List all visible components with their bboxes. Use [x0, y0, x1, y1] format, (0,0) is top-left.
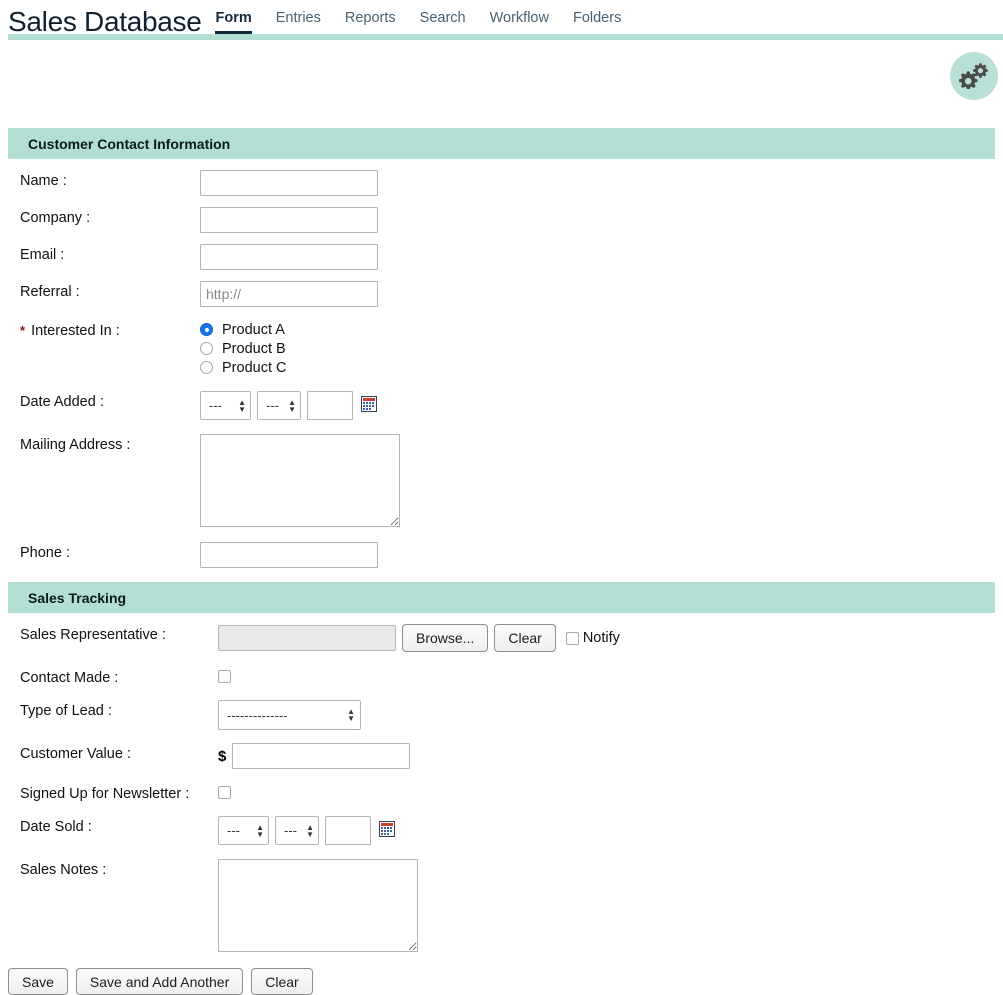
radio-icon-product-a[interactable] [200, 323, 213, 336]
interested-in-label: * Interested In : [0, 320, 200, 339]
contact-made-checkbox[interactable] [218, 669, 231, 683]
date-sold-day-select[interactable]: --- ▲ ▼ [275, 816, 319, 845]
date-sold-month-value: --- [227, 823, 240, 838]
radio-option-product-a[interactable]: Product A [200, 320, 1003, 339]
email-input[interactable] [200, 244, 378, 270]
spinner-arrows-icon: ▲ ▼ [347, 707, 355, 723]
field-row-newsletter: Signed Up for Newsletter : [0, 783, 1003, 802]
notify-checkbox[interactable] [565, 631, 579, 645]
section-title: Sales Tracking [28, 589, 127, 606]
date-added-day-value: --- [266, 398, 279, 413]
name-label: Name : [20, 173, 67, 189]
field-row-sales-notes: Sales Notes : [0, 859, 1003, 952]
customer-value-label: Customer Value : [20, 746, 131, 762]
field-row-phone: Phone : [0, 542, 1003, 568]
section-title: Customer Contact Information [28, 135, 231, 152]
sales-representative-label: Sales Representative : [20, 627, 166, 643]
notify-checkbox-wrapper[interactable]: Notify [565, 630, 620, 646]
currency-symbol: $ [218, 747, 227, 765]
tab-workflow[interactable]: Workflow [490, 10, 549, 34]
settings-button[interactable] [950, 52, 998, 100]
field-row-company: Company : [0, 207, 1003, 233]
field-row-customer-value: Customer Value : $ [0, 743, 1003, 769]
field-row-mailing-address: Mailing Address : [0, 434, 1003, 527]
radio-icon-product-c[interactable] [200, 361, 213, 374]
referral-input[interactable] [200, 281, 378, 307]
customer-contact-fields: Name : Company : Email : Referral : * Int… [0, 170, 1003, 568]
sales-notes-textarea[interactable] [218, 859, 418, 952]
section-header-customer-contact: Customer Contact Information [8, 128, 995, 159]
header-divider [8, 34, 1003, 40]
interested-in-radio-group: Product A Product B Product C [200, 320, 1003, 377]
spinner-arrows-icon: ▲ ▼ [256, 822, 264, 839]
contact-made-label: Contact Made : [20, 670, 119, 686]
tab-reports[interactable]: Reports [345, 10, 396, 34]
field-row-date-added: Date Added : --- ▲ ▼ --- ▲ ▼ [0, 391, 1003, 420]
tab-entries[interactable]: Entries [276, 10, 321, 34]
section-header-sales-tracking: Sales Tracking [8, 582, 995, 613]
field-row-name: Name : [0, 170, 1003, 196]
radio-option-product-b[interactable]: Product B [200, 339, 1003, 358]
spinner-arrows-icon: ▲ ▼ [306, 822, 314, 839]
radio-option-product-c[interactable]: Product C [200, 358, 1003, 377]
app-header: Sales Database Form Entries Reports Sear… [0, 0, 1003, 40]
calendar-icon[interactable] [361, 396, 377, 415]
type-of-lead-value: -------------- [227, 707, 288, 723]
sales-representative-file-display[interactable] [218, 625, 396, 651]
page-title: Sales Database [8, 6, 202, 37]
radio-label-product-a: Product A [222, 321, 285, 338]
field-row-contact-made: Contact Made : [0, 667, 1003, 686]
date-added-year-input[interactable] [307, 391, 353, 420]
sales-notes-label: Sales Notes : [20, 862, 107, 878]
field-row-referral: Referral : [0, 281, 1003, 307]
newsletter-checkbox[interactable] [218, 785, 231, 799]
phone-input[interactable] [200, 542, 378, 568]
name-input[interactable] [200, 170, 378, 196]
date-sold-day-value: --- [284, 823, 297, 838]
mailing-address-label: Mailing Address : [20, 437, 131, 453]
email-label: Email : [20, 247, 65, 263]
company-input[interactable] [200, 207, 378, 233]
date-added-day-select[interactable]: --- ▲ ▼ [257, 391, 301, 420]
gears-icon [959, 61, 989, 92]
phone-label: Phone : [20, 545, 70, 561]
date-added-month-select[interactable]: --- ▲ ▼ [200, 391, 251, 420]
type-of-lead-label: Type of Lead : [20, 703, 112, 719]
newsletter-label: Signed Up for Newsletter : [20, 786, 190, 802]
required-asterisk: * [20, 323, 26, 338]
interested-in-label-text: Interested In : [31, 323, 120, 339]
calendar-icon[interactable] [379, 821, 395, 840]
date-sold-label: Date Sold : [20, 819, 92, 835]
main-nav: Form Entries Reports Search Workflow Fol… [215, 10, 645, 34]
mailing-address-textarea[interactable] [200, 434, 400, 527]
tab-folders[interactable]: Folders [573, 10, 621, 34]
date-added-label: Date Added : [20, 394, 104, 410]
referral-label: Referral : [20, 284, 80, 300]
spinner-arrows-icon: ▲ ▼ [288, 397, 296, 414]
field-row-sales-representative: Sales Representative : Browse... Clear N… [0, 624, 1003, 652]
field-row-type-of-lead: Type of Lead : -------------- ▲ ▼ [0, 700, 1003, 730]
field-row-date-sold: Date Sold : --- ▲ ▼ --- ▲ ▼ [0, 816, 1003, 845]
tab-form[interactable]: Form [215, 10, 252, 34]
customer-value-input[interactable] [232, 743, 411, 769]
field-row-interested-in: * Interested In : Product A Product B Pro… [0, 320, 1003, 377]
field-row-email: Email : [0, 244, 1003, 270]
browse-button[interactable]: Browse... [402, 624, 489, 652]
sales-tracking-fields: Sales Representative : Browse... Clear N… [0, 624, 1003, 952]
type-of-lead-select[interactable]: -------------- ▲ ▼ [218, 700, 361, 730]
date-added-month-value: --- [209, 398, 222, 413]
date-sold-year-input[interactable] [325, 816, 371, 845]
radio-label-product-c: Product C [222, 359, 287, 376]
radio-label-product-b: Product B [222, 340, 286, 357]
spinner-arrows-icon: ▲ ▼ [238, 397, 246, 414]
radio-icon-product-b[interactable] [200, 342, 213, 355]
tab-search[interactable]: Search [420, 10, 466, 34]
date-sold-month-select[interactable]: --- ▲ ▼ [218, 816, 269, 845]
clear-file-button[interactable]: Clear [494, 624, 556, 652]
company-label: Company : [20, 210, 91, 226]
notify-label: Notify [582, 630, 620, 646]
